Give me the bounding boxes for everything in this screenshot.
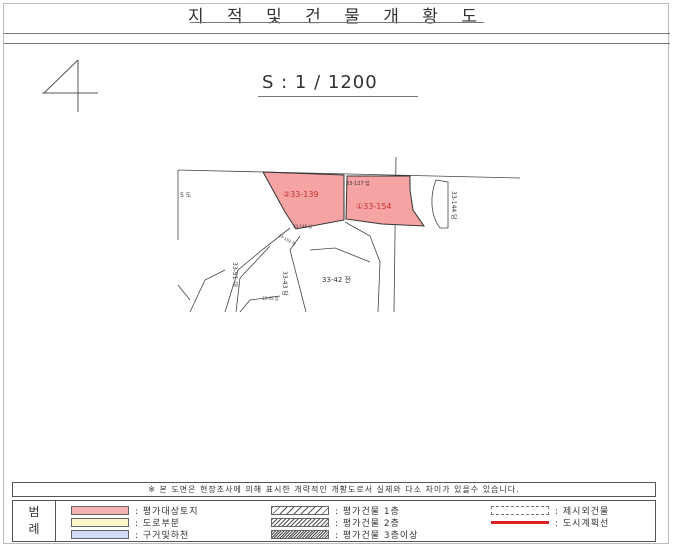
legend-label-waterway: : 구거및하천 — [135, 530, 190, 541]
legend-item-subject-land: : 평가대상토지 — [71, 504, 199, 517]
legend-label-building-3f: : 평가건물 3층이상 — [335, 530, 419, 541]
legend-item-extra-building: : 제시외건물 — [491, 504, 609, 517]
legend-item-building-1f: : 평가건물 1층 — [271, 504, 400, 517]
legend-swatch-subject-land — [71, 505, 129, 515]
legend-swatch-building-1f — [271, 505, 329, 515]
lot-label-small-c: 33-45 임 — [262, 295, 279, 301]
legend-label-planning-line: : 도시계획선 — [555, 518, 610, 529]
legend-swatch-building-3f — [271, 529, 329, 539]
legend: 범 례 : 평가대상토지 : 도로부분 : 구거및하천 : 평가건물 1층 : … — [12, 500, 656, 542]
legend-swatch-building-2f — [271, 517, 329, 527]
legend-swatch-extra-building — [491, 505, 549, 515]
legend-item-building-2f: : 평가건물 2층 — [271, 516, 400, 529]
north-arrow-icon — [42, 59, 98, 112]
legend-item-building-3f: : 평가건물 3층이상 — [271, 528, 419, 541]
lot-label-33-43: 33-43 답 — [281, 271, 288, 296]
legend-swatch-road — [71, 517, 129, 527]
lot-label-small-b: 33-152 대 — [278, 232, 298, 247]
legend-heading: 범 례 — [13, 501, 56, 541]
legend-swatch-waterway — [71, 529, 129, 539]
lot-label-33-51: 33-51 대 — [231, 262, 239, 287]
disclaimer-note: ※ 본 도면은 현장조사에 의해 표시한 개략적인 개황도로서 실제와 다소 차… — [12, 482, 656, 497]
parcel-label-33-139: ②33-139 — [283, 190, 319, 199]
legend-item-planning-line: : 도시계획선 — [491, 516, 610, 529]
scale-label: S : 1 / 1200 — [262, 72, 378, 93]
scale-underline — [258, 96, 418, 97]
lot-label-33-144: 33-144 답 — [450, 191, 457, 220]
lot-label-small-a: 33-146 답 — [293, 223, 312, 229]
lot-label-33-42: 33-42 전 — [322, 275, 351, 284]
legend-heading-top: 범 — [28, 505, 40, 519]
legend-item-road: : 도로부분 — [71, 516, 180, 529]
lot-label-5: 5 도 — [180, 192, 192, 199]
parcel-label-33-154: ①33-154 — [356, 202, 392, 211]
lot-label-33-127: 33-127 답 — [346, 180, 370, 187]
legend-swatch-planning-line — [491, 520, 549, 524]
legend-heading-bottom: 례 — [28, 522, 40, 536]
parcel-33-139 — [262, 171, 345, 230]
legend-item-waterway: : 구거및하천 — [71, 528, 190, 541]
